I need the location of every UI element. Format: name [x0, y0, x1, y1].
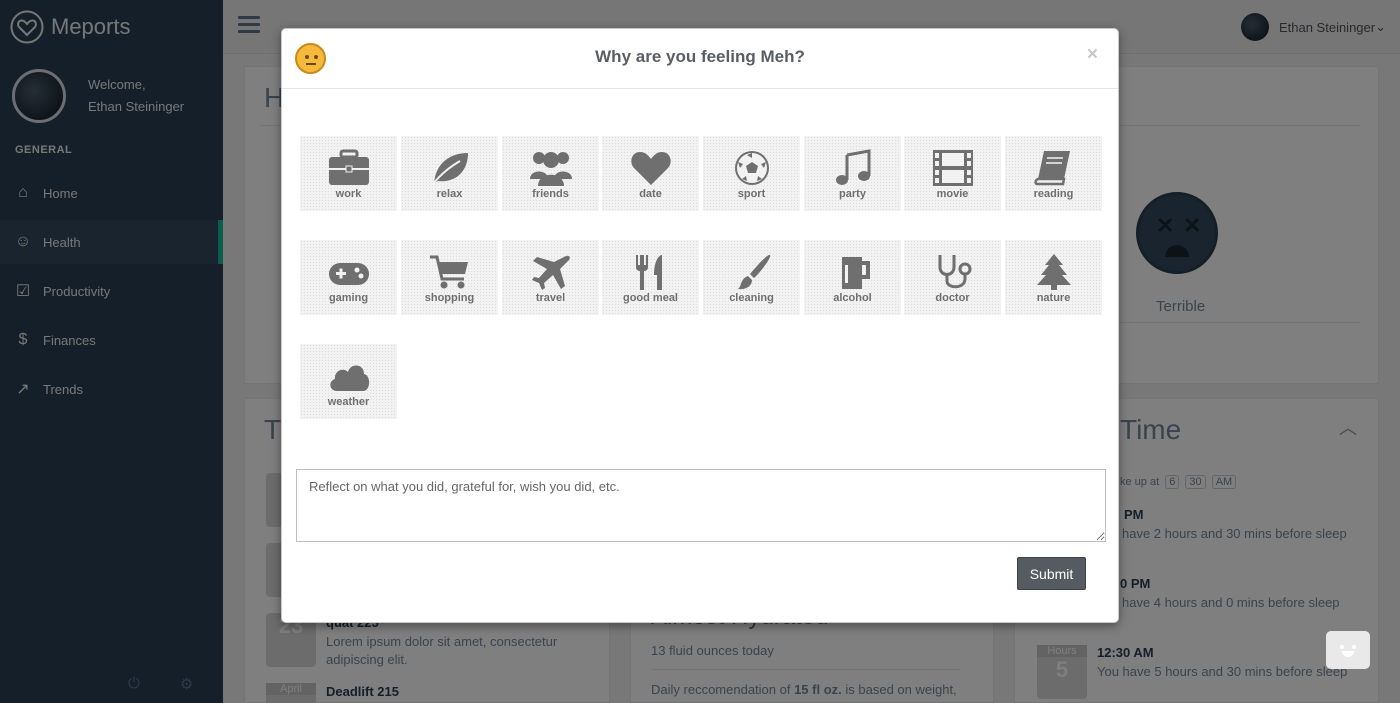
activity-gaming[interactable]: gaming	[300, 240, 397, 315]
activity-label: party	[839, 188, 866, 200]
activity-good-meal[interactable]: good meal	[602, 240, 699, 315]
activity-label: reading	[1033, 188, 1074, 200]
activity-work[interactable]: work	[300, 136, 397, 211]
activity-label: nature	[1036, 292, 1071, 304]
activity-label: alcohol	[833, 292, 872, 304]
activity-label: travel	[535, 292, 566, 304]
activity-movie[interactable]: movie	[904, 136, 1001, 211]
activity-travel[interactable]: travel	[502, 240, 599, 315]
activity-label: sport	[737, 188, 766, 200]
activity-party[interactable]: party	[804, 136, 901, 211]
film-icon	[932, 150, 973, 186]
activity-relax[interactable]: relax	[401, 136, 498, 211]
activity-shopping[interactable]: shopping	[401, 240, 498, 315]
activity-label: shopping	[424, 292, 475, 304]
activity-friends[interactable]: friends	[502, 136, 599, 211]
paint-brush-icon	[737, 254, 770, 290]
reflection-textarea[interactable]	[296, 469, 1106, 542]
submit-button[interactable]: Submit	[1017, 557, 1086, 590]
tree-icon	[1036, 254, 1071, 290]
activity-label: cleaning	[729, 292, 774, 304]
modal-title: Why are you feeling Meh?	[595, 47, 805, 66]
activity-label: date	[639, 188, 662, 200]
activity-nature[interactable]: nature	[1005, 240, 1102, 315]
beer-mug-icon	[841, 257, 870, 289]
activity-cleaning[interactable]: cleaning	[703, 240, 800, 315]
activity-date[interactable]: date	[602, 136, 699, 211]
cloud-icon	[329, 365, 369, 391]
chat-widget-icon[interactable]	[1326, 631, 1370, 669]
activity-doctor[interactable]: doctor	[904, 240, 1001, 315]
activity-weather[interactable]: weather	[300, 344, 397, 419]
mood-reason-modal: Why are you feeling Meh? × work relax fr…	[281, 28, 1119, 623]
heart-icon	[630, 152, 671, 185]
plane-icon	[531, 255, 570, 290]
utensils-icon	[635, 255, 662, 290]
activity-alcohol[interactable]: alcohol	[804, 240, 901, 315]
music-icon	[835, 149, 870, 185]
stethoscope-icon	[938, 255, 971, 289]
activity-label: good meal	[622, 292, 678, 304]
activity-label: gaming	[328, 292, 369, 304]
activity-label: friends	[532, 188, 569, 200]
activity-sport[interactable]: sport	[703, 136, 800, 211]
shopping-cart-icon	[429, 255, 468, 289]
activity-label: relax	[436, 188, 463, 200]
activity-label: doctor	[935, 292, 970, 304]
soccer-ball-icon	[734, 151, 769, 185]
activity-reading[interactable]: reading	[1005, 136, 1102, 211]
briefcase-icon	[328, 149, 369, 185]
book-icon	[1033, 151, 1070, 186]
modal-header: Why are you feeling Meh? ×	[282, 29, 1118, 89]
group-icon	[529, 152, 572, 186]
activity-label: weather	[327, 396, 370, 408]
leaf-icon	[430, 153, 468, 186]
activity-label: movie	[936, 188, 969, 200]
gamepad-icon	[328, 263, 369, 285]
close-icon[interactable]: ×	[1087, 44, 1098, 66]
activity-label: work	[335, 188, 362, 200]
